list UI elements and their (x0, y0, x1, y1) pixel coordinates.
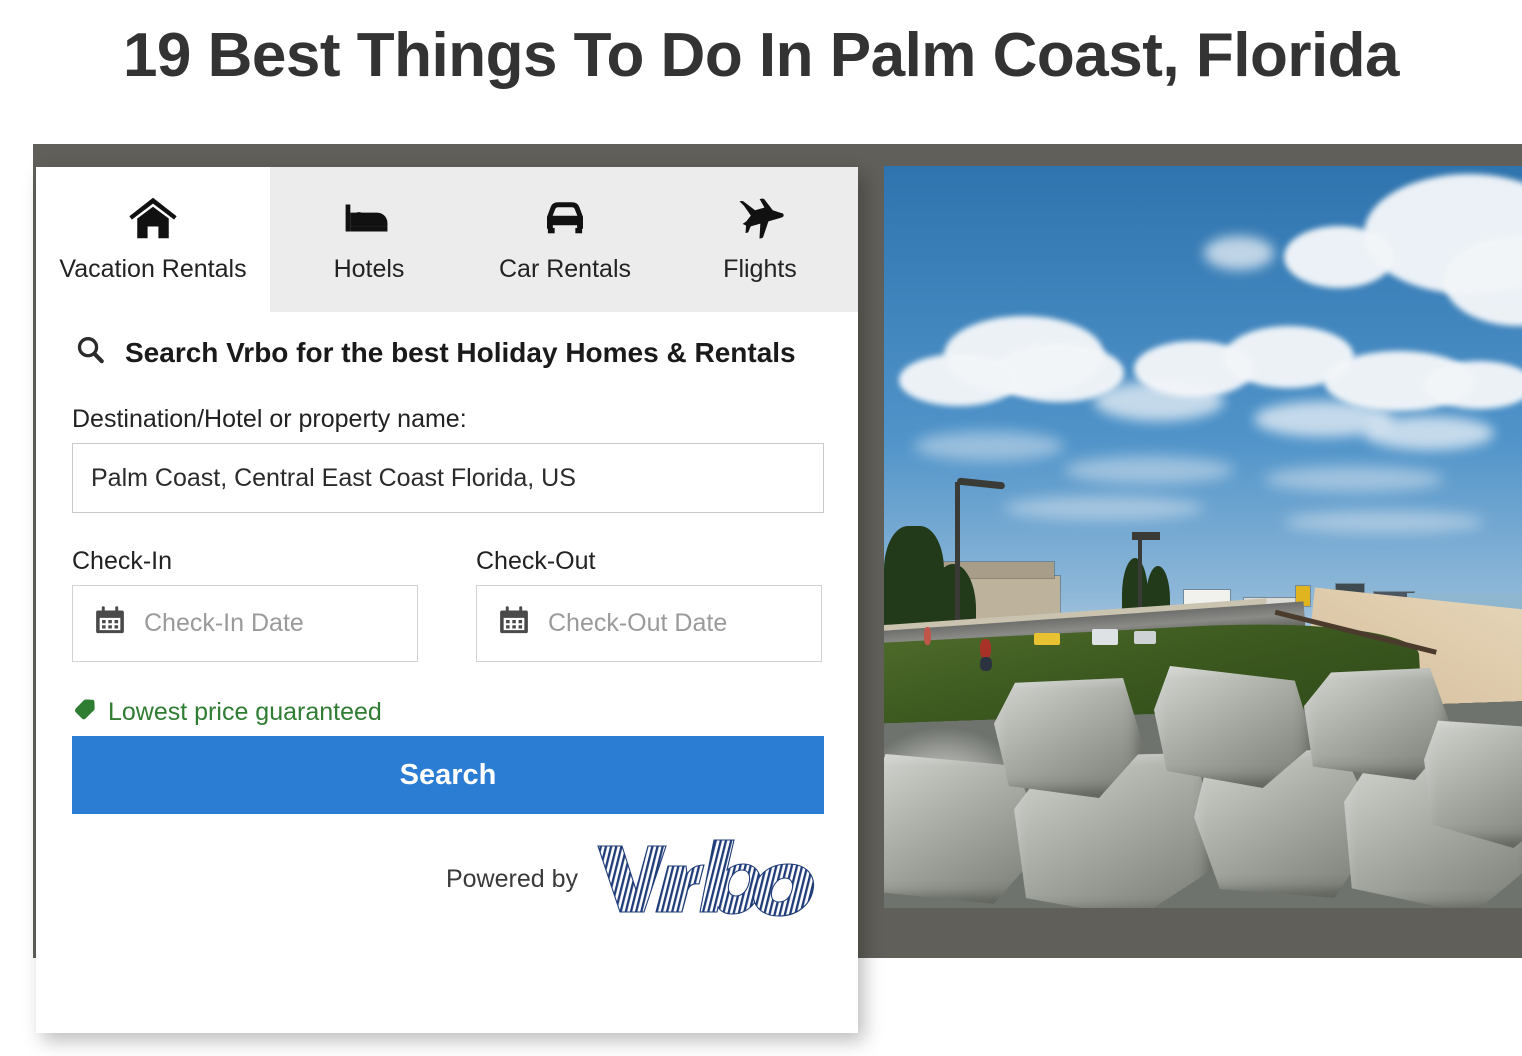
booking-widget-card: Vacation Rentals Hotels Car Rentals Flig… (36, 167, 858, 1033)
cloud-icon (899, 354, 1019, 406)
traffic-signal (1132, 532, 1160, 540)
cyclist-icon (980, 657, 992, 672)
tab-flights[interactable]: Flights (662, 167, 858, 312)
price-guarantee: Lowest price guaranteed (72, 697, 822, 728)
street-light (955, 482, 960, 632)
destination-photo (884, 166, 1522, 908)
check-out-group: Check-Out Check-Out Date (476, 547, 822, 663)
search-button[interactable]: Search (72, 736, 824, 815)
tab-vacation-rentals[interactable]: Vacation Rentals (36, 167, 270, 312)
search-heading-text: Search Vrbo for the best Holiday Homes &… (125, 337, 796, 368)
bed-icon (338, 187, 400, 249)
check-out-input[interactable]: Check-Out Date (476, 585, 822, 663)
cloud-icon (1264, 466, 1444, 492)
powered-by-label: Powered by (445, 865, 578, 894)
check-in-input[interactable]: Check-In Date (72, 585, 418, 663)
cloud-icon (1064, 456, 1234, 484)
vrbo-logo (592, 836, 824, 923)
cyclist-icon (980, 639, 991, 660)
cloud-icon (1364, 416, 1494, 450)
price-guarantee-text: Lowest price guaranteed (108, 698, 382, 727)
cloud-icon (1284, 511, 1484, 533)
cloud-icon (914, 431, 1064, 461)
service-tab-bar: Vacation Rentals Hotels Car Rentals Flig… (36, 167, 858, 312)
cloud-icon (1284, 226, 1394, 288)
check-in-group: Check-In Check-In Date (72, 547, 418, 663)
car-icon (1034, 633, 1060, 646)
calendar-icon (93, 604, 127, 643)
car-icon (1092, 629, 1118, 646)
page-title: 19 Best Things To Do In Palm Coast, Flor… (122, 21, 1400, 90)
ground-region (884, 587, 1522, 908)
tab-label: Hotels (333, 255, 405, 283)
tab-car-rentals[interactable]: Car Rentals (468, 167, 662, 312)
destination-input[interactable] (72, 443, 824, 514)
pedestrian-icon (924, 627, 931, 646)
cloud-icon (1204, 236, 1274, 270)
cloud-icon (1094, 381, 1224, 421)
date-row: Check-In Check-In Date Check-Out Check-O… (72, 547, 822, 663)
powered-by-row: Powered by (72, 836, 824, 923)
cloud-icon (1004, 496, 1204, 520)
price-tag-icon (72, 697, 98, 728)
car-icon (1134, 631, 1156, 645)
tab-hotels[interactable]: Hotels (270, 167, 468, 312)
tab-label: Car Rentals (499, 255, 631, 283)
car-icon (534, 187, 596, 249)
house-icon (122, 187, 184, 249)
search-form: Search Vrbo for the best Holiday Homes &… (36, 334, 858, 923)
tab-label: Vacation Rentals (59, 255, 247, 283)
airplane-icon (729, 187, 791, 249)
tab-label: Flights (723, 255, 797, 283)
search-icon (74, 334, 107, 375)
destination-label: Destination/Hotel or property name: (72, 405, 467, 434)
search-heading-row: Search Vrbo for the best Holiday Homes &… (72, 334, 822, 375)
check-out-label: Check-Out (476, 547, 596, 576)
check-in-label: Check-In (72, 547, 173, 576)
calendar-icon (497, 604, 531, 643)
check-in-placeholder: Check-In Date (144, 609, 304, 638)
check-out-placeholder: Check-Out Date (548, 609, 728, 638)
